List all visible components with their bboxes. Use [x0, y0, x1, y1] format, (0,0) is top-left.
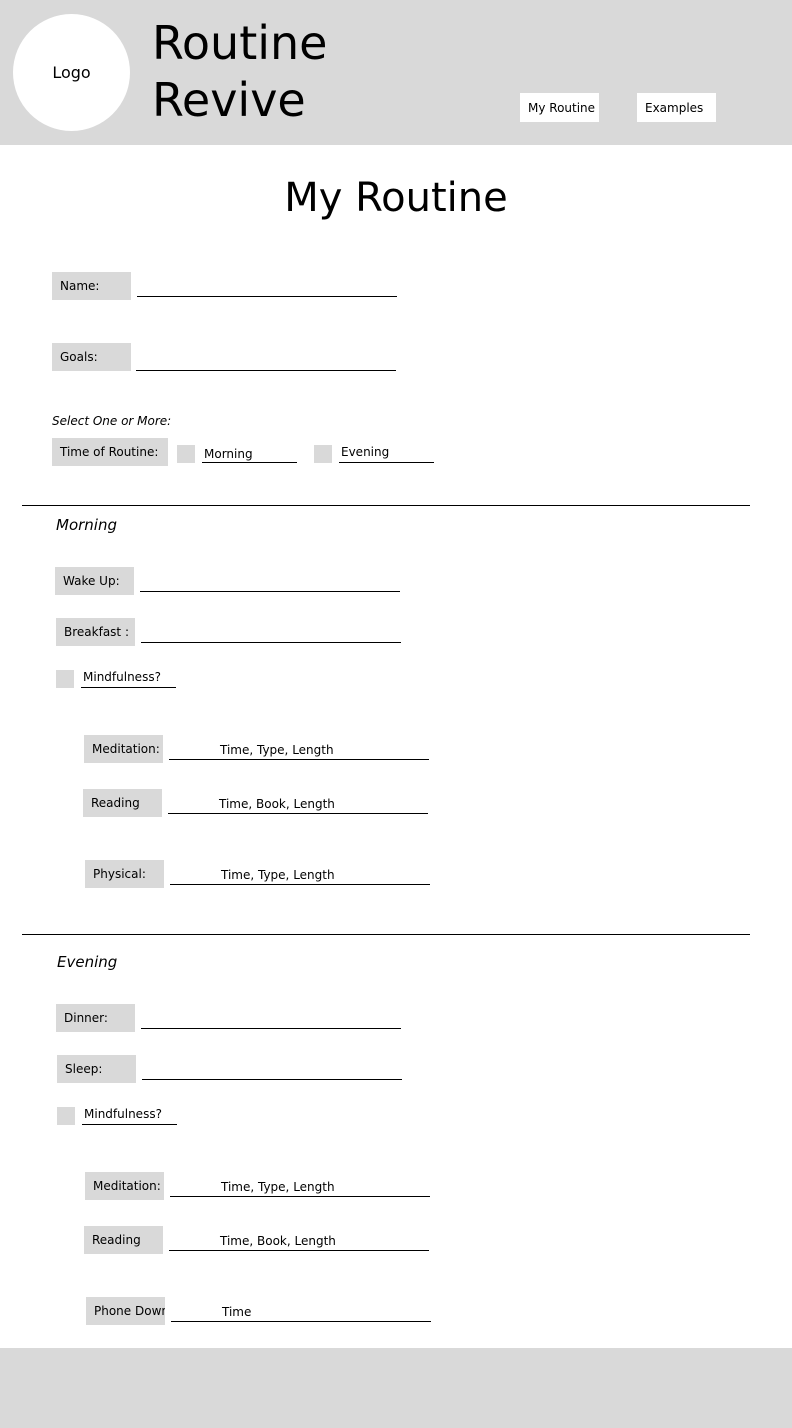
- evening-mindfulness-label: Mindfulness?: [84, 1107, 162, 1121]
- morning-option-underline: [202, 462, 297, 463]
- morning-option-label: Morning: [204, 447, 253, 461]
- phone-down-label: Phone Down: [86, 1297, 165, 1325]
- evening-reading-input[interactable]: [169, 1250, 429, 1251]
- morning-reading-hint: Time, Book, Length: [219, 797, 335, 811]
- morning-heading: Morning: [56, 516, 117, 534]
- phone-down-input[interactable]: [171, 1321, 431, 1322]
- sleep-input[interactable]: [142, 1079, 402, 1080]
- logo[interactable]: Logo: [13, 14, 130, 131]
- wake-up-input[interactable]: [140, 591, 400, 592]
- evening-mindfulness-checkbox[interactable]: [57, 1107, 75, 1125]
- site-header: Logo Routine Revive My Routine Examples: [0, 0, 792, 145]
- breakfast-label: Breakfast :: [56, 618, 135, 646]
- time-of-routine-label: Time of Routine:: [52, 438, 168, 466]
- phone-down-hint: Time: [222, 1305, 252, 1319]
- evening-meditation-label: Meditation:: [85, 1172, 164, 1200]
- evening-meditation-input[interactable]: [170, 1196, 430, 1197]
- evening-meditation-hint: Time, Type, Length: [221, 1180, 335, 1194]
- dinner-input[interactable]: [141, 1028, 401, 1029]
- brand-title-line1: Routine: [152, 16, 328, 70]
- evening-option-underline: [339, 462, 434, 463]
- brand-title-line2: Revive: [152, 73, 306, 127]
- morning-mindfulness-underline: [81, 687, 176, 688]
- morning-meditation-hint: Time, Type, Length: [220, 743, 334, 757]
- nav-examples-button[interactable]: Examples: [637, 93, 716, 122]
- physical-input[interactable]: [170, 884, 430, 885]
- morning-meditation-label: Meditation:: [84, 735, 163, 763]
- physical-hint: Time, Type, Length: [221, 868, 335, 882]
- breakfast-input[interactable]: [141, 642, 401, 643]
- sleep-label: Sleep:: [57, 1055, 136, 1083]
- goals-input[interactable]: [136, 370, 396, 371]
- name-label: Name:: [52, 272, 131, 300]
- evening-checkbox[interactable]: [314, 445, 332, 463]
- evening-mindfulness-underline: [82, 1124, 177, 1125]
- morning-checkbox[interactable]: [177, 445, 195, 463]
- site-footer: [0, 1348, 792, 1428]
- physical-label: Physical:: [85, 860, 164, 888]
- wake-up-label: Wake Up:: [55, 567, 134, 595]
- morning-reading-label: Reading: [83, 789, 162, 817]
- page-title: My Routine: [284, 175, 508, 221]
- section-divider: [22, 505, 750, 506]
- section-divider: [22, 934, 750, 935]
- name-input[interactable]: [137, 296, 397, 297]
- morning-mindfulness-checkbox[interactable]: [56, 670, 74, 688]
- morning-reading-input[interactable]: [168, 813, 428, 814]
- evening-option-label: Evening: [341, 445, 390, 459]
- goals-label: Goals:: [52, 343, 131, 371]
- morning-mindfulness-label: Mindfulness?: [83, 670, 161, 684]
- nav-my-routine-button[interactable]: My Routine: [520, 93, 599, 122]
- evening-reading-hint: Time, Book, Length: [220, 1234, 336, 1248]
- dinner-label: Dinner:: [56, 1004, 135, 1032]
- morning-meditation-input[interactable]: [169, 759, 429, 760]
- evening-reading-label: Reading: [84, 1226, 163, 1254]
- evening-heading: Evening: [57, 953, 118, 971]
- select-hint: Select One or More:: [52, 414, 172, 428]
